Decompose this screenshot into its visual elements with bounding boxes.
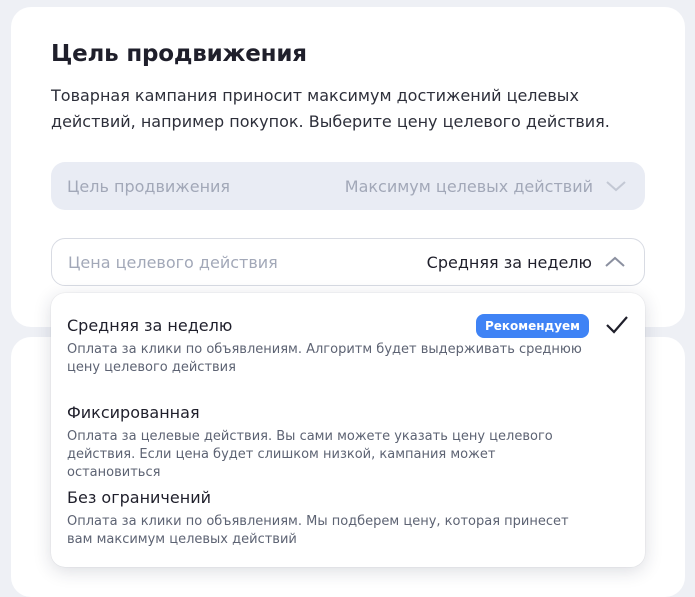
section-description: Товарная кампания приносит максимум дост… <box>51 86 610 131</box>
option-title: Без ограничений <box>67 488 211 507</box>
goal-select-label: Цель продвижения <box>67 176 231 196</box>
option-title: Фиксированная <box>67 403 200 422</box>
target-action-price-select[interactable]: Цена целевого действия Средняя за неделю <box>51 238 645 286</box>
option-description: Оплата за целевые действия. Вы сами може… <box>67 429 553 480</box>
goal-select: Цель продвижения Максимум целевых действ… <box>51 162 645 210</box>
price-select-value: Средняя за неделю <box>426 252 592 272</box>
option-description: Оплата за клики по объявлениям. Мы подбе… <box>67 514 569 547</box>
chevron-down-icon <box>606 181 626 192</box>
option-unlimited[interactable]: Без ограничений Оплата за клики по объяв… <box>67 488 629 549</box>
promotion-goal-card: Цель продвижения Товарная кампания прино… <box>11 7 685 327</box>
checkmark-icon <box>606 316 628 334</box>
price-select-label: Цена целевого действия <box>68 252 278 272</box>
chevron-up-icon[interactable] <box>604 255 626 269</box>
goal-select-value: Максимум целевых действий <box>344 176 593 196</box>
section-title: Цель продвижения <box>51 41 307 67</box>
option-weekly-average[interactable]: Средняя за неделю Оплата за клики по объ… <box>67 314 629 377</box>
price-options-dropdown: Средняя за неделю Оплата за клики по объ… <box>51 293 645 567</box>
recommended-badge: Рекомендуем <box>475 314 589 338</box>
option-description: Оплата за клики по объявлениям. Алгоритм… <box>67 342 582 375</box>
option-fixed[interactable]: Фиксированная Оплата за целевые действия… <box>67 403 629 482</box>
